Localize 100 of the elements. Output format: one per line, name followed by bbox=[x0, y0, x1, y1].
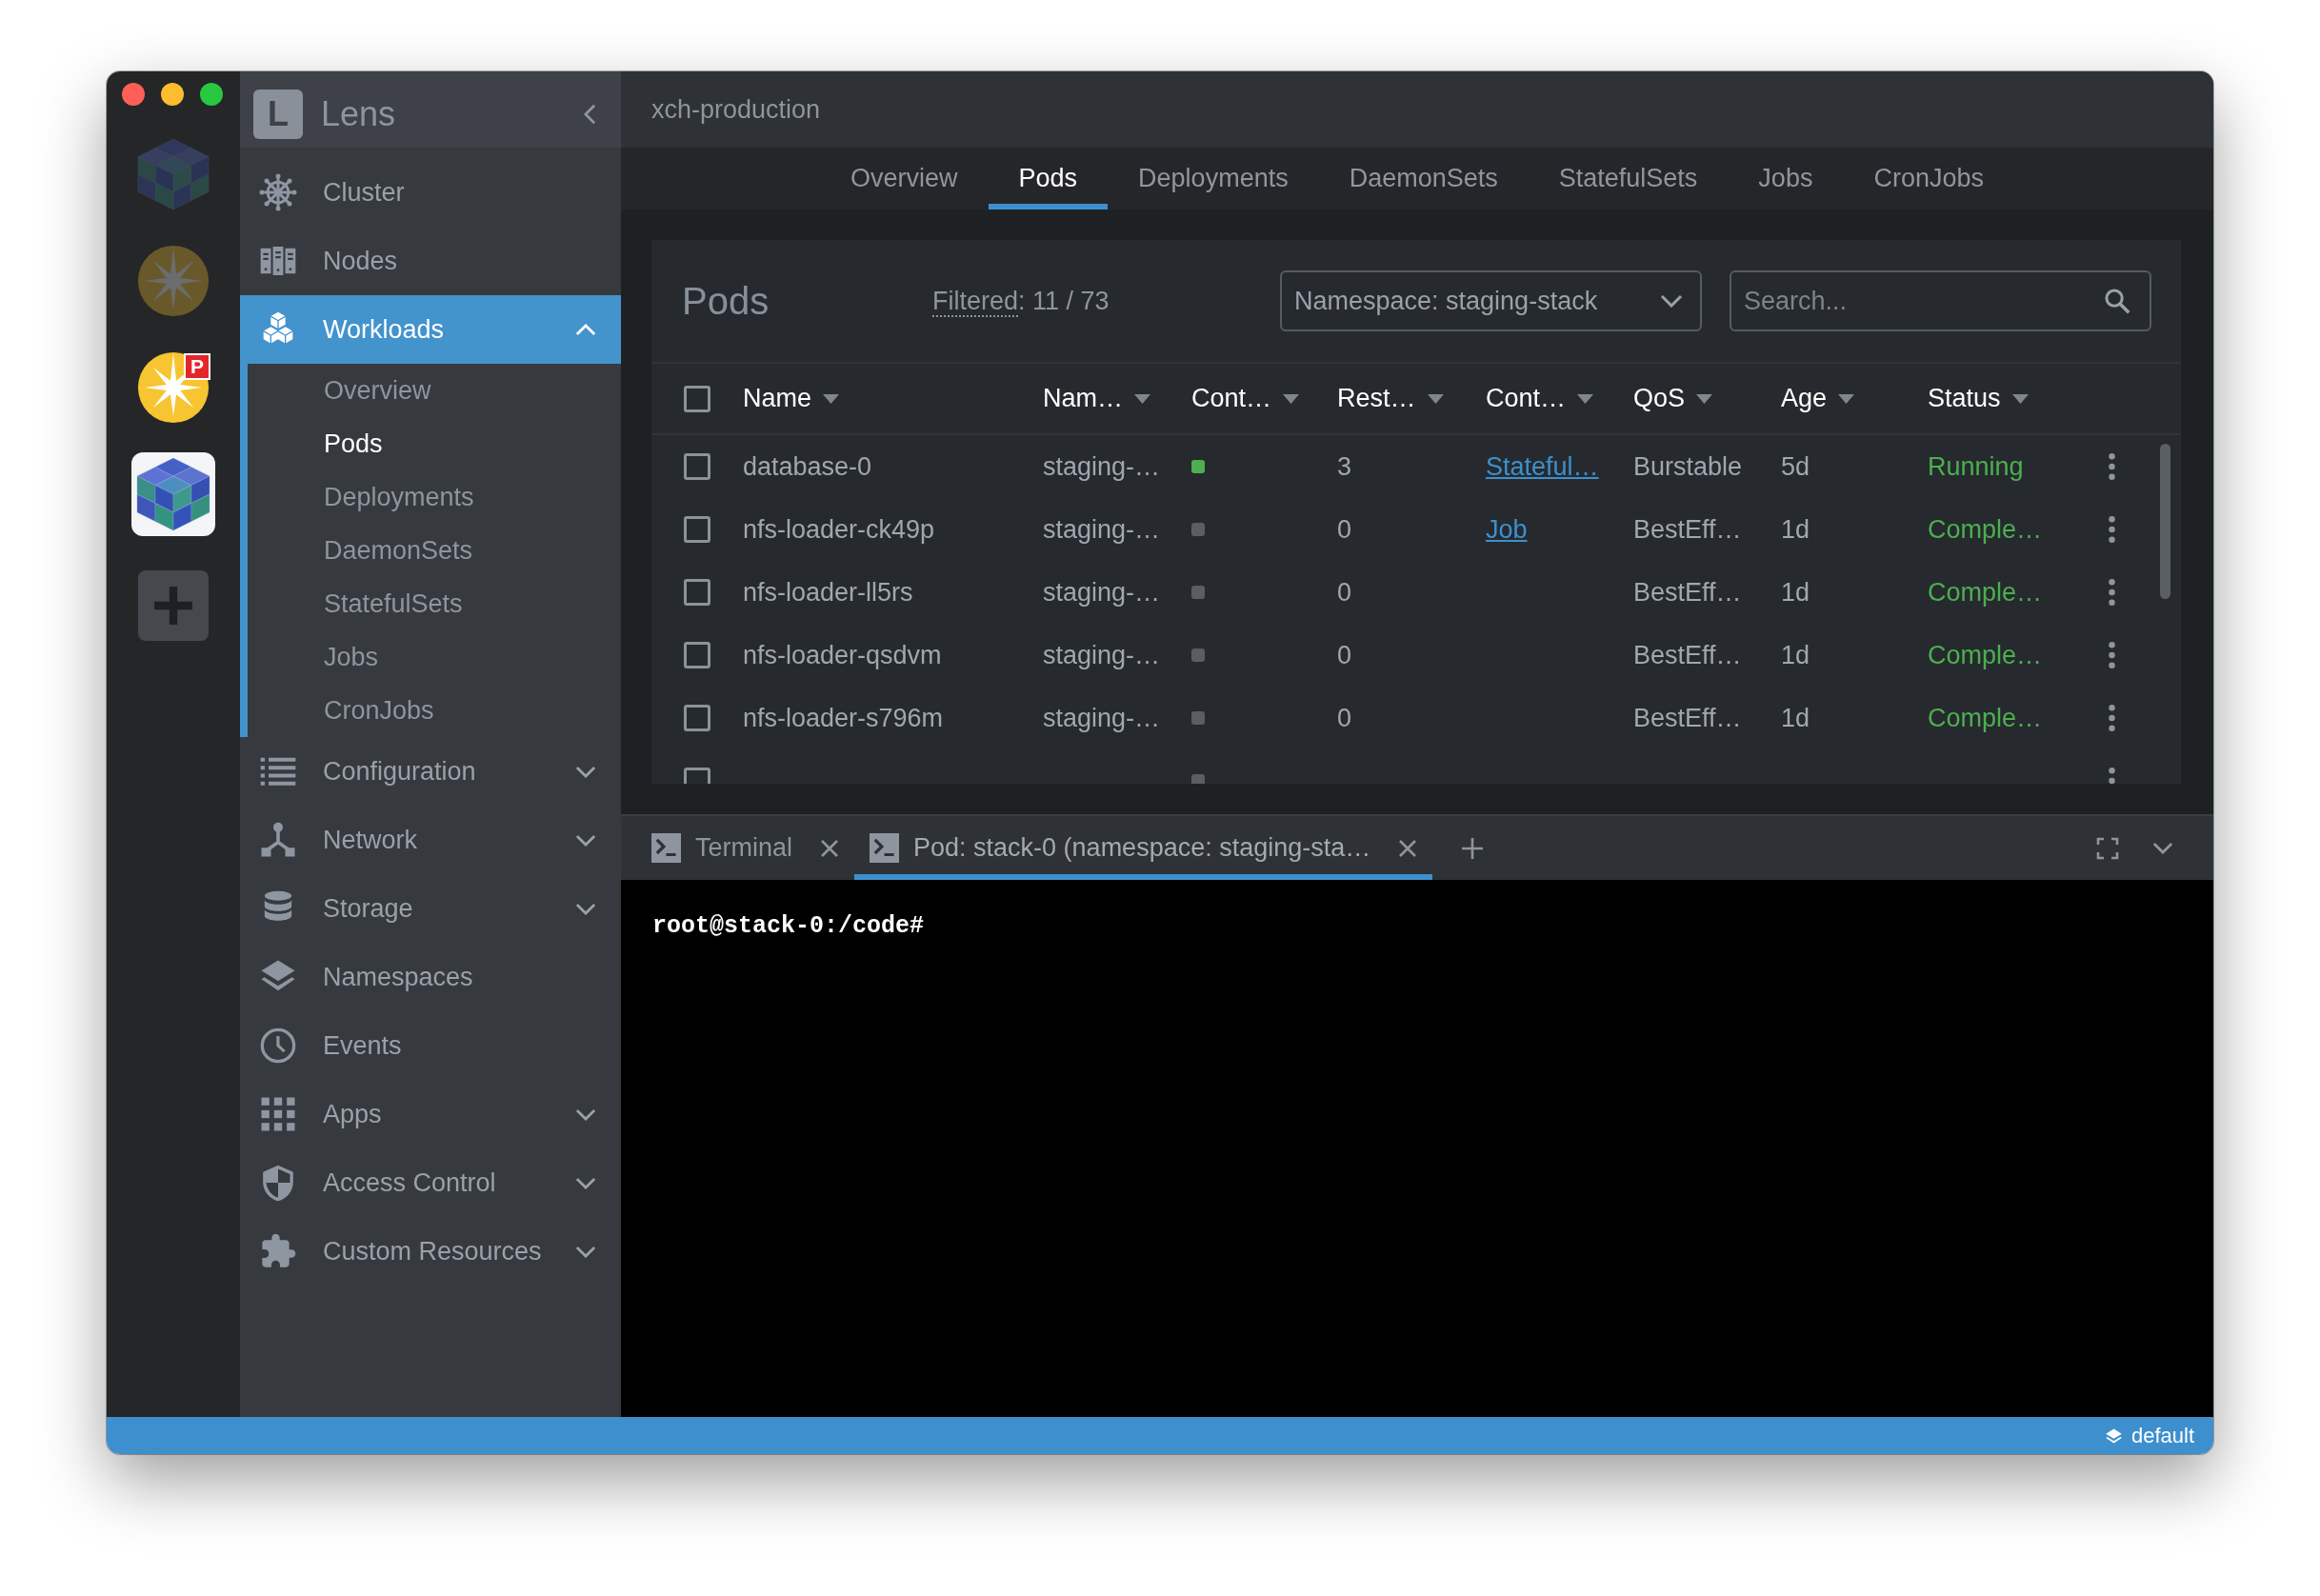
cube-icon[interactable] bbox=[131, 452, 215, 536]
plus-icon[interactable] bbox=[1461, 836, 1485, 860]
chevron-down-icon bbox=[1660, 294, 1683, 308]
app-logo: L bbox=[253, 90, 303, 139]
sidebar-item[interactable]: Configuration bbox=[240, 737, 621, 806]
scrollbar[interactable] bbox=[2160, 444, 2170, 599]
namespace-indicator: default bbox=[2130, 1423, 2194, 1449]
column-header[interactable]: Rest… bbox=[1337, 379, 1444, 418]
table-cell-text: 0 bbox=[1337, 702, 1352, 734]
table-cell-text: 3 bbox=[1337, 450, 1352, 483]
chevron-down-icon[interactable] bbox=[2152, 842, 2173, 854]
tab[interactable]: Deployments bbox=[1108, 148, 1319, 209]
more-icon[interactable] bbox=[2109, 705, 2115, 731]
sidebar-subitem[interactable]: Pods bbox=[248, 417, 621, 470]
sort-caret-icon bbox=[1838, 393, 1855, 404]
sidebar-item[interactable]: Namespaces bbox=[240, 943, 621, 1011]
sidebar-item[interactable]: Storage bbox=[240, 874, 621, 943]
table-cell-text: BestEff… bbox=[1633, 576, 1742, 608]
table-cell-text: 1d bbox=[1781, 639, 1810, 671]
table-cell-text: staging-… bbox=[1043, 576, 1161, 608]
sidebar-subitem[interactable]: Jobs bbox=[248, 630, 621, 684]
sidebar-item[interactable]: Access Control bbox=[240, 1148, 621, 1217]
sidebar-item[interactable]: Custom Resources bbox=[240, 1217, 621, 1286]
chevron-down-icon bbox=[575, 833, 596, 847]
sidebar-subitem[interactable]: DaemonSets bbox=[248, 524, 621, 577]
fullscreen-icon[interactable] bbox=[2096, 836, 2119, 860]
clock-icon bbox=[259, 1027, 297, 1065]
chevron-down-icon bbox=[575, 765, 596, 778]
window-maximize-icon[interactable] bbox=[200, 83, 223, 106]
close-icon[interactable] bbox=[1398, 838, 1418, 858]
chevron-down-icon bbox=[575, 1176, 596, 1189]
chevron-down-icon bbox=[575, 1245, 596, 1258]
namespace-select[interactable]: Namespace: staging-stack bbox=[1280, 270, 1702, 331]
table-cell-text: Comple… bbox=[1928, 576, 2043, 608]
controller-link[interactable]: Stateful… bbox=[1486, 447, 1599, 487]
row-checkbox[interactable] bbox=[684, 453, 710, 480]
sidebar-item[interactable]: Cluster bbox=[240, 158, 621, 227]
plus-icon bbox=[154, 587, 192, 625]
table-cell-text: 0 bbox=[1337, 513, 1352, 546]
sidebar-subitem[interactable]: Overview bbox=[248, 364, 621, 417]
table-cell-text: nfs-loader-s796m bbox=[743, 702, 944, 734]
table-cell-text: nfs-loader-qsdvm bbox=[743, 639, 942, 671]
table-cell-text: BestEff… bbox=[1633, 702, 1742, 734]
sidebar-subitem[interactable]: Deployments bbox=[248, 470, 621, 524]
column-header[interactable]: Nam… bbox=[1043, 379, 1150, 418]
table-cell-text: Burstable bbox=[1633, 450, 1743, 483]
puzzle-icon bbox=[259, 1232, 297, 1270]
table-cell-text: nfs-loader-ll5rs bbox=[743, 576, 913, 608]
row-checkbox[interactable] bbox=[684, 579, 710, 606]
window-close-icon[interactable] bbox=[122, 83, 145, 106]
tab[interactable]: Jobs bbox=[1728, 148, 1844, 209]
terminal-icon bbox=[870, 833, 900, 863]
more-icon[interactable] bbox=[2109, 642, 2115, 668]
tab[interactable]: CronJobs bbox=[1843, 148, 2014, 209]
search-icon[interactable] bbox=[2104, 288, 2130, 314]
sort-caret-icon bbox=[1577, 393, 1594, 404]
table-cell-text: Comple… bbox=[1928, 639, 2043, 671]
sort-caret-icon bbox=[1696, 393, 1713, 404]
tab[interactable]: Pods bbox=[988, 148, 1109, 209]
chevron-down-icon bbox=[575, 902, 596, 915]
sidebar-item[interactable]: Events bbox=[240, 1011, 621, 1080]
dock-tab[interactable]: Terminal bbox=[636, 816, 855, 880]
tab[interactable]: Overview bbox=[820, 148, 989, 209]
sidebar-item[interactable]: Workloads bbox=[240, 295, 621, 364]
column-header[interactable]: Status bbox=[1928, 379, 2029, 418]
chevron-left-icon[interactable] bbox=[584, 104, 596, 125]
table-cell-text: BestEff… bbox=[1633, 639, 1742, 671]
starburst-icon[interactable] bbox=[136, 244, 210, 318]
table-cell-text: 0 bbox=[1337, 639, 1352, 671]
table-cell-text: Comple… bbox=[1928, 513, 2043, 546]
table-cell-text: nfs-loader-ck49p bbox=[743, 513, 935, 546]
close-icon[interactable] bbox=[820, 838, 840, 858]
sidebar-subitem[interactable]: StatefulSets bbox=[248, 577, 621, 630]
app-title: Lens bbox=[321, 93, 396, 135]
sidebar-item[interactable]: Nodes bbox=[240, 227, 621, 295]
column-header[interactable]: QoS bbox=[1633, 379, 1713, 418]
row-checkbox[interactable] bbox=[684, 516, 710, 543]
column-header[interactable]: Cont… bbox=[1486, 379, 1594, 418]
column-header[interactable]: Name bbox=[743, 379, 840, 418]
more-icon[interactable] bbox=[2109, 453, 2115, 480]
tab[interactable]: StatefulSets bbox=[1528, 148, 1729, 209]
search-field[interactable]: Search... bbox=[1730, 270, 2151, 331]
window-minimize-icon[interactable] bbox=[161, 83, 184, 106]
sort-caret-icon bbox=[1283, 393, 1300, 404]
chevron-down-icon bbox=[575, 1107, 596, 1121]
select-all-checkbox[interactable] bbox=[684, 385, 710, 412]
row-checkbox[interactable] bbox=[684, 642, 710, 668]
table-cell-text: BestEff… bbox=[1633, 513, 1742, 546]
more-icon[interactable] bbox=[2109, 579, 2115, 606]
more-icon[interactable] bbox=[2109, 516, 2115, 543]
sidebar-item[interactable]: Network bbox=[240, 806, 621, 874]
column-header[interactable]: Age bbox=[1781, 379, 1855, 418]
table-cell-text: 0 bbox=[1337, 576, 1352, 608]
sidebar-subitem[interactable]: CronJobs bbox=[248, 684, 621, 737]
column-header[interactable]: Cont… bbox=[1191, 379, 1300, 418]
sidebar-item[interactable]: Apps bbox=[240, 1080, 621, 1148]
cluster-badge: P bbox=[184, 353, 210, 380]
row-checkbox[interactable] bbox=[684, 705, 710, 731]
tab[interactable]: DaemonSets bbox=[1318, 148, 1529, 209]
controller-link[interactable]: Job bbox=[1486, 509, 1528, 549]
